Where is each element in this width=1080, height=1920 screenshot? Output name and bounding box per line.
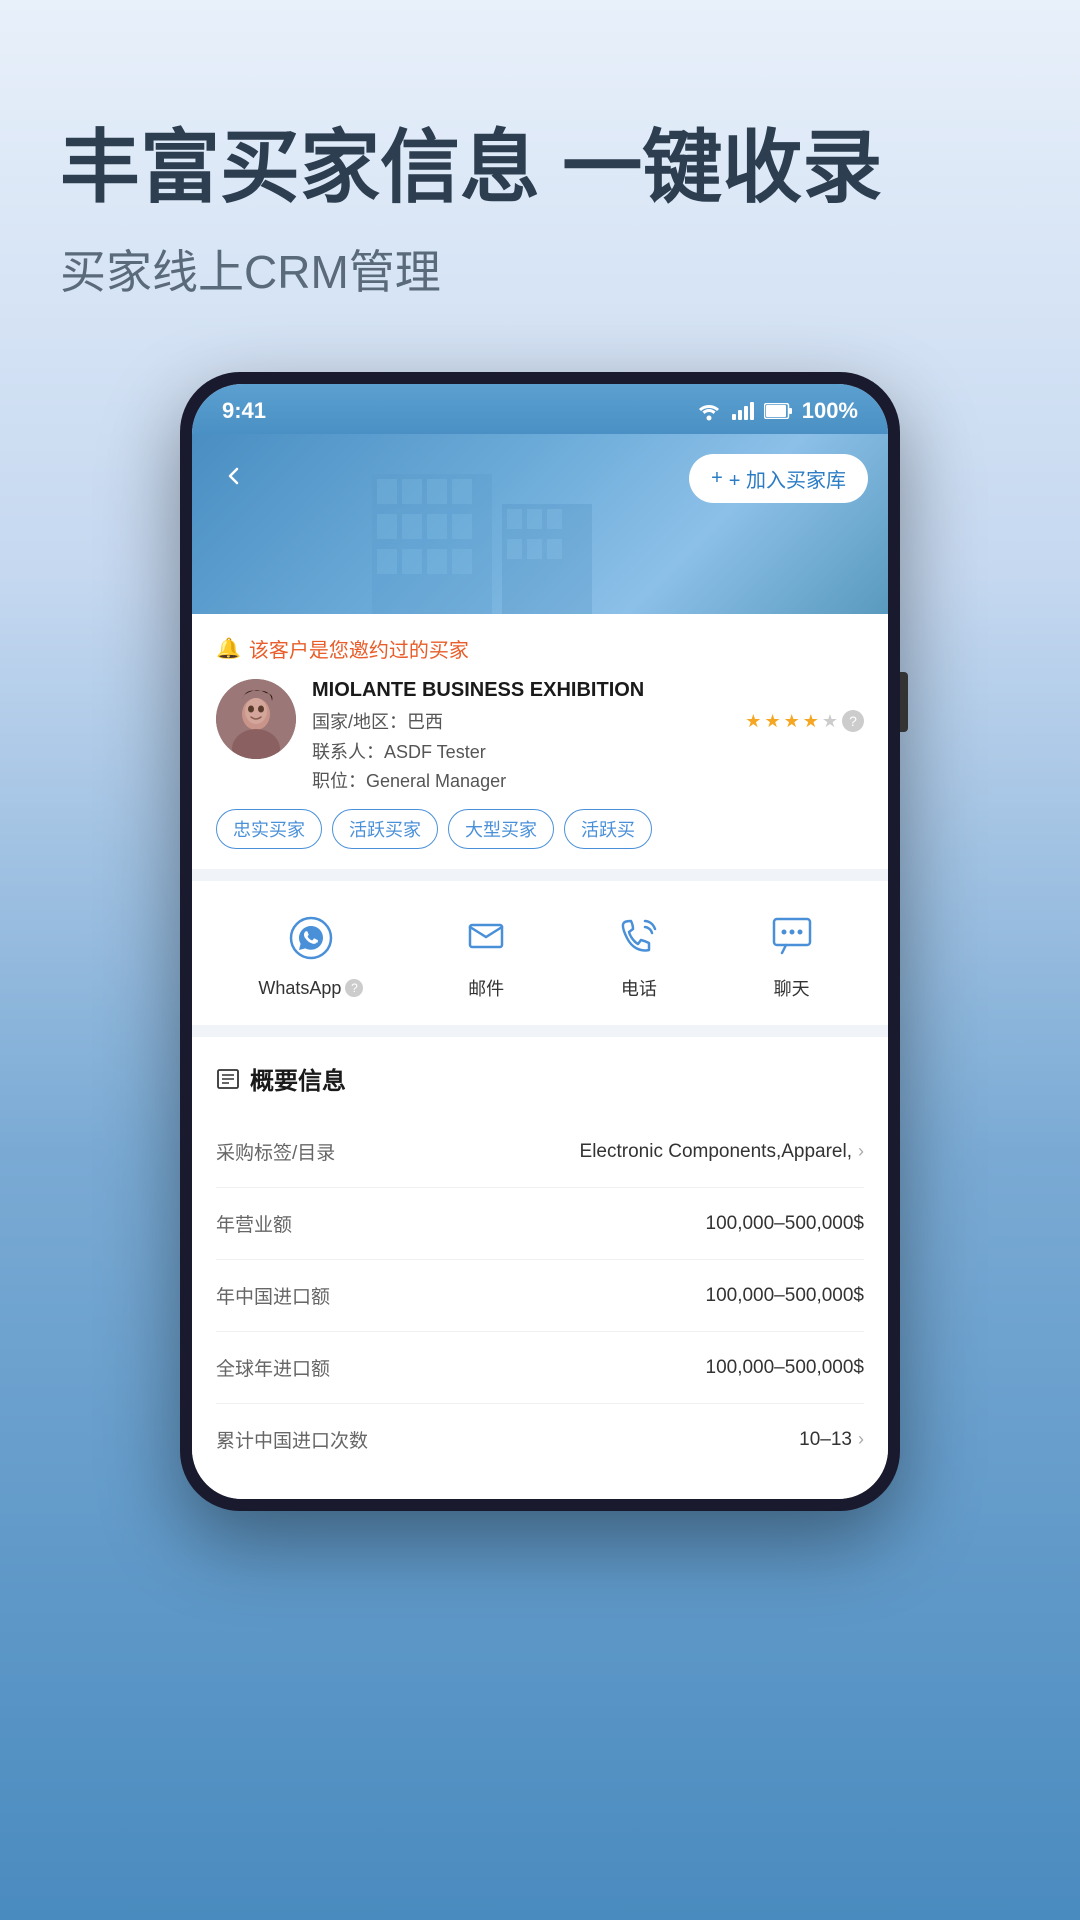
info-label-1: 年营业额 <box>216 1210 292 1237</box>
main-title: 丰富买家信息 一键收录 <box>60 120 1020 216</box>
phone-header-image: + + 加入买家库 <box>192 434 888 614</box>
status-time: 9:41 <box>222 398 266 424</box>
info-label-0: 采购标签/目录 <box>216 1138 335 1165</box>
mail-icon-circle <box>456 905 516 965</box>
add-buyer-button[interactable]: + + 加入买家库 <box>689 454 868 503</box>
battery-percent: 100% <box>802 398 858 424</box>
phone-side-button <box>900 672 908 732</box>
buyer-avatar <box>216 679 296 759</box>
signal-icon <box>732 402 754 420</box>
whatsapp-label: WhatsApp ? <box>258 978 363 999</box>
tag-loyal: 忠实买家 <box>216 809 322 849</box>
info-label-4: 累计中国进口次数 <box>216 1426 368 1453</box>
header-section: 丰富买家信息 一键收录 买家线上CRM管理 <box>0 0 1080 342</box>
info-row-4[interactable]: 累计中国进口次数 10–13 › <box>216 1404 864 1475</box>
back-button[interactable] <box>212 454 256 498</box>
star-rating: ★ ★ ★ ★ ★ <box>745 711 838 732</box>
info-label-2: 年中国进口额 <box>216 1282 330 1309</box>
info-value-3: 100,000–500,000$ <box>706 1357 865 1379</box>
contact-text: 联系人：ASDF Tester <box>312 738 864 764</box>
buyer-card: 🔔 该客户是您邀约过的买家 <box>192 614 888 869</box>
info-value-2: 100,000–500,000$ <box>706 1285 865 1307</box>
position-text: 职位：General Manager <box>312 767 864 793</box>
action-section: WhatsApp ? 邮件 <box>192 881 888 1025</box>
buyer-details: MIOLANTE BUSINESS EXHIBITION 国家/地区：巴西 ★ … <box>312 679 864 793</box>
mail-action[interactable]: 邮件 <box>456 905 516 1001</box>
phone-label: 电话 <box>621 975 657 1001</box>
info-value-0: Electronic Components,Apparel, › <box>580 1141 864 1163</box>
section-title: 概要信息 <box>216 1061 864 1096</box>
chat-icon-circle <box>762 905 822 965</box>
wifi-icon <box>696 401 722 421</box>
info-row-3: 全球年进口额 100,000–500,000$ <box>216 1332 864 1404</box>
phone-inner: 9:41 <box>192 384 888 1499</box>
info-value-1: 100,000–500,000$ <box>706 1213 865 1235</box>
tag-large: 大型买家 <box>448 809 554 849</box>
whatsapp-action[interactable]: WhatsApp ? <box>258 908 363 999</box>
plus-icon: + <box>711 467 723 490</box>
phone-icon-circle <box>609 905 669 965</box>
info-section: 概要信息 采购标签/目录 Electronic Components,Appar… <box>192 1037 888 1499</box>
chevron-icon-4: › <box>858 1429 864 1450</box>
info-value-4: 10–13 › <box>799 1429 864 1451</box>
info-row-0[interactable]: 采购标签/目录 Electronic Components,Apparel, › <box>216 1116 864 1188</box>
notice-text: 该客户是您邀约过的买家 <box>249 634 469 663</box>
notice-icon: 🔔 <box>216 636 241 661</box>
chat-label: 聊天 <box>774 975 810 1001</box>
add-buyer-label: + 加入买家库 <box>729 464 846 493</box>
info-row-1: 年营业额 100,000–500,000$ <box>216 1188 864 1260</box>
country-row: 国家/地区：巴西 ★ ★ ★ ★ ★ ? <box>312 708 864 734</box>
battery-icon <box>764 403 792 419</box>
country-text: 国家/地区：巴西 <box>312 708 443 734</box>
rating-help-icon[interactable]: ? <box>842 710 864 732</box>
phone-action[interactable]: 电话 <box>609 905 669 1001</box>
tag-active: 活跃买家 <box>332 809 438 849</box>
tag-active2: 活跃买 <box>564 809 652 849</box>
section-title-text: 概要信息 <box>250 1061 346 1096</box>
company-name: MIOLANTE BUSINESS EXHIBITION <box>312 679 864 702</box>
whatsapp-help-icon[interactable]: ? <box>345 979 363 997</box>
chat-action[interactable]: 聊天 <box>762 905 822 1001</box>
buyer-notice: 🔔 该客户是您邀约过的买家 <box>216 634 864 663</box>
tags-row: 忠实买家 活跃买家 大型买家 活跃买 <box>216 809 864 849</box>
phone-frame: 9:41 <box>180 372 900 1511</box>
phone-container: 9:41 <box>0 372 1080 1511</box>
info-row-2: 年中国进口额 100,000–500,000$ <box>216 1260 864 1332</box>
info-label-3: 全球年进口额 <box>216 1354 330 1381</box>
section-icon <box>216 1067 240 1091</box>
buyer-info-row: MIOLANTE BUSINESS EXHIBITION 国家/地区：巴西 ★ … <box>216 679 864 793</box>
whatsapp-icon-circle <box>281 908 341 968</box>
sub-title: 买家线上CRM管理 <box>60 236 1020 302</box>
mail-label: 邮件 <box>468 975 504 1001</box>
status-bar: 9:41 <box>192 384 888 434</box>
status-right: 100% <box>696 398 858 424</box>
chevron-icon-0: › <box>858 1141 864 1162</box>
